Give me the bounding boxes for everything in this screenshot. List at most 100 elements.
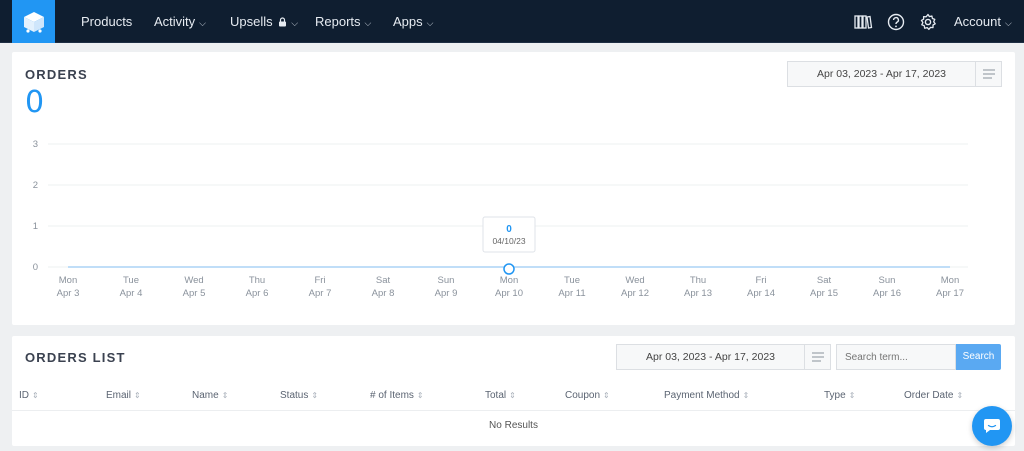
column-header-label: Order Date — [904, 390, 954, 401]
x-tick-day-label: Fri — [314, 275, 325, 286]
search-button[interactable]: Search — [956, 344, 1001, 370]
orders-title: ORDERS — [25, 67, 88, 82]
sort-icon: ⇕ — [742, 391, 750, 400]
column-header-payment-method[interactable]: Payment Method ⇕ — [664, 390, 749, 401]
library-icon[interactable] — [853, 12, 873, 32]
sort-icon: ⇕ — [956, 391, 964, 400]
x-tick-date-label: Apr 4 — [120, 288, 143, 299]
tooltip-date: 04/10/23 — [492, 236, 525, 246]
sort-icon: ⇕ — [311, 391, 319, 400]
column-header-total[interactable]: Total ⇕ — [485, 390, 516, 401]
x-tick-day-label: Tue — [564, 275, 580, 286]
x-tick-date-label: Apr 12 — [621, 288, 649, 299]
x-tick-day-label: Mon — [59, 275, 77, 286]
account-label: Account — [954, 14, 1001, 29]
orders-list-title: ORDERS LIST — [25, 350, 126, 365]
column-header-order-date[interactable]: Order Date ⇕ — [904, 390, 963, 401]
column-header-status[interactable]: Status ⇕ — [280, 390, 318, 401]
table-divider — [12, 410, 1015, 411]
column-header-label: # of Items — [370, 390, 414, 401]
orders-chart: 0 1 2 3 Mon Apr 3 Tue Apr 4 Wed Apr 5 Thu Apr 6 Fri A… — [33, 139, 968, 299]
settings-icon[interactable] — [918, 12, 938, 32]
chevron-down-icon: ⌵ — [364, 18, 372, 28]
x-tick-date-label: Apr 15 — [810, 288, 838, 299]
x-tick-date-label: Apr 11 — [558, 288, 585, 299]
orders-list-date-range-text: Apr 03, 2023 - Apr 17, 2023 — [645, 351, 775, 363]
column-header-email[interactable]: Email ⇕ — [106, 390, 141, 401]
x-tick-day-label: Mon — [941, 275, 959, 286]
orders-list-date-range[interactable]: Apr 03, 2023 - Apr 17, 2023 — [616, 344, 831, 370]
x-tick-date-label: Apr 10 — [495, 288, 523, 299]
x-tick-day-label: Thu — [249, 275, 265, 286]
chevron-down-icon: ⌵ — [291, 18, 299, 28]
y-tick-label: 1 — [33, 221, 38, 232]
menu-lines-icon — [811, 352, 824, 362]
nav-upsells-label: Upsells — [230, 14, 273, 29]
sort-icon: ⇕ — [509, 391, 516, 400]
account-menu[interactable]: Account ⌵ — [954, 0, 1012, 43]
chat-icon — [984, 419, 1000, 433]
sort-icon: ⇕ — [416, 391, 424, 400]
nav-apps-label: Apps — [393, 14, 423, 29]
column-header-label: Status — [280, 390, 309, 401]
filter-menu-button[interactable] — [804, 345, 830, 369]
y-tick-label: 3 — [33, 139, 38, 150]
orders-list-card: ORDERS LIST Apr 03, 2023 - Apr 17, 2023 … — [12, 336, 1015, 446]
chevron-down-icon: ⌵ — [426, 18, 434, 28]
column-header-coupon[interactable]: Coupon ⇕ — [565, 390, 610, 401]
x-tick-day-label: Wed — [184, 275, 203, 286]
column-header-label: ID — [19, 390, 29, 401]
x-tick-day-label: Mon — [500, 275, 518, 286]
nav-activity-label: Activity — [154, 14, 196, 29]
filter-menu-button[interactable] — [975, 62, 1001, 86]
x-tick-day-label: Sat — [376, 275, 391, 286]
help-icon[interactable] — [886, 12, 906, 32]
x-tick-day-label: Sun — [879, 275, 896, 286]
sort-icon: ⇕ — [134, 391, 141, 400]
lock-icon — [279, 17, 287, 27]
column-header-id[interactable]: ID ⇕ — [19, 390, 39, 401]
sort-icon: ⇕ — [603, 391, 610, 400]
column-header-label: Name — [192, 390, 219, 401]
x-tick-day-label: Sun — [438, 275, 455, 286]
chat-widget-button[interactable] — [972, 406, 1012, 446]
x-tick-date-label: Apr 9 — [435, 288, 458, 299]
nav-upsells[interactable]: Upsells ⌵ — [230, 0, 298, 43]
y-tick-label: 0 — [33, 262, 38, 273]
x-tick-date-label: Apr 16 — [873, 288, 901, 299]
data-point-highlight — [503, 263, 515, 275]
sort-icon: ⇕ — [221, 391, 229, 400]
x-tick-date-label: Apr 7 — [309, 288, 332, 299]
column-header-items[interactable]: # of Items ⇕ — [370, 390, 424, 401]
x-tick-day-label: Wed — [625, 275, 644, 286]
orders-date-range[interactable]: Apr 03, 2023 - Apr 17, 2023 — [787, 61, 1002, 87]
nav-products[interactable]: Products — [81, 0, 132, 43]
x-tick-day-label: Sat — [817, 275, 832, 286]
x-tick-day-label: Tue — [123, 275, 139, 286]
x-tick-day-label: Fri — [755, 275, 766, 286]
column-header-type[interactable]: Type ⇕ — [824, 390, 855, 401]
orders-date-range-text: Apr 03, 2023 - Apr 17, 2023 — [816, 68, 946, 80]
nav-activity[interactable]: Activity ⌵ — [154, 0, 206, 43]
x-tick-date-label: Apr 17 — [936, 288, 964, 299]
nav-reports-label: Reports — [315, 14, 361, 29]
nav-apps[interactable]: Apps ⌵ — [393, 0, 433, 43]
chevron-down-icon: ⌵ — [199, 18, 206, 28]
orders-card: ORDERS 0 Apr 03, 2023 - Apr 17, 2023 0 1 2… — [12, 52, 1015, 325]
app-logo[interactable] — [12, 0, 55, 43]
column-header-label: Payment Method — [664, 390, 740, 401]
column-header-label: Email — [106, 390, 132, 401]
column-header-label: Type — [824, 390, 846, 401]
y-tick-label: 2 — [33, 180, 38, 191]
x-tick-date-label: Apr 8 — [372, 288, 395, 299]
chevron-down-icon: ⌵ — [1004, 18, 1012, 28]
orders-count: 0 — [25, 85, 45, 120]
menu-lines-icon — [982, 69, 995, 79]
sort-icon: ⇕ — [848, 391, 856, 400]
store-box-icon — [23, 11, 44, 33]
top-navbar: Products Activity ⌵ Upsells ⌵ Reports ⌵ Ap… — [0, 0, 1024, 43]
nav-reports[interactable]: Reports ⌵ — [315, 0, 371, 43]
column-header-name[interactable]: Name ⇕ — [192, 390, 228, 401]
empty-state-text: No Results — [489, 420, 538, 431]
search-input[interactable] — [836, 344, 956, 370]
